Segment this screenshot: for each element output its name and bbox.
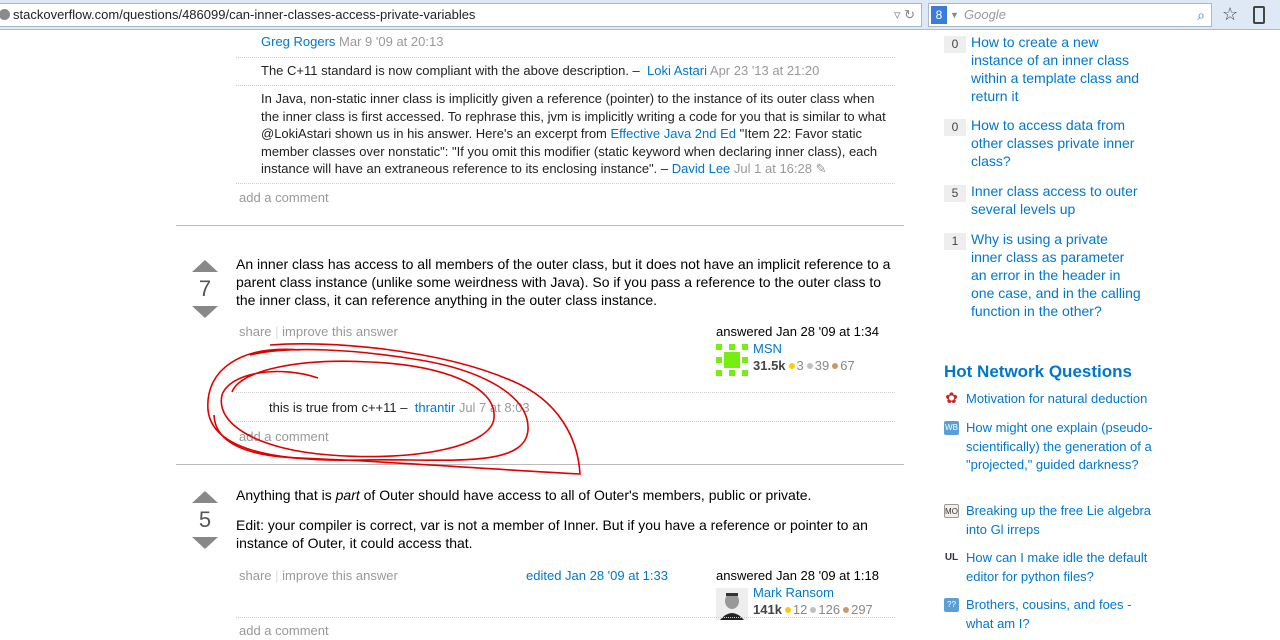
divider: [176, 225, 904, 226]
url-text: stackoverflow.com/questions/486099/can-i…: [13, 7, 476, 22]
add-comment-link[interactable]: add a comment: [239, 623, 329, 638]
edited-link[interactable]: edited Jan 28 '09 at 1:33: [526, 568, 668, 583]
address-bar[interactable]: stackoverflow.com/questions/486099/can-i…: [0, 3, 922, 27]
globe-icon: [0, 9, 10, 20]
puzzling-icon: ??: [944, 598, 959, 612]
silver-count: 126: [818, 602, 841, 617]
bronze-count: 297: [851, 602, 873, 617]
gold-badge-icon: [788, 363, 795, 369]
answer-count: 0: [944, 36, 966, 53]
bronze-badge-icon: [832, 363, 839, 369]
answer-body: Anything that is part of Outer should ha…: [236, 487, 812, 503]
hot-question-link[interactable]: How can I make idle the default editor f…: [966, 549, 1156, 586]
hot-question-link[interactable]: Breaking up the free Lie algebra into Gl…: [966, 502, 1156, 539]
reputation-score: 31.5k: [753, 358, 786, 373]
answered-date: answered Jan 28 '09 at 1:34: [716, 324, 879, 339]
dropdown-icon[interactable]: ▼: [950, 4, 959, 26]
hot-question-link[interactable]: Brothers, cousins, and foes - what am I?: [966, 596, 1156, 633]
comment-date: Apr 23 '13 at 21:20: [709, 63, 820, 78]
comment-date: Jul 1 at 16:28: [733, 161, 812, 176]
comment-author[interactable]: thrantir: [415, 400, 455, 415]
comment: this is true from c++11 – thrantir Jul 7…: [236, 392, 895, 417]
comment-author[interactable]: Greg Rogers: [261, 34, 335, 49]
gold-count: 12: [792, 602, 808, 617]
comment-author[interactable]: Loki Astari: [647, 63, 707, 78]
share-link[interactable]: share: [239, 568, 272, 583]
worldbuilding-icon: WB: [944, 421, 959, 435]
silver-count: 39: [814, 358, 830, 373]
hot-network-title: Hot Network Questions: [944, 362, 1132, 381]
answer-count: 5: [944, 185, 966, 202]
divider: [236, 617, 895, 618]
post-menu: share | improve this answer: [239, 324, 398, 339]
divider: [236, 421, 895, 422]
comment-link[interactable]: Effective Java 2nd Ed: [611, 126, 737, 141]
silver-badge-icon: [806, 363, 813, 369]
reputation-score: 141k: [753, 602, 782, 617]
share-link[interactable]: share: [239, 324, 272, 339]
answer-body: An inner class has access to all members…: [236, 256, 891, 308]
edit-pencil-icon: ✎: [815, 161, 827, 176]
user-name[interactable]: MSN: [753, 341, 782, 356]
math-icon: ✿: [945, 390, 958, 407]
comment: In Java, non-static inner class is impli…: [236, 85, 895, 183]
divider: [236, 183, 895, 184]
silver-badge-icon: [810, 607, 817, 613]
bronze-badge-icon: [843, 607, 850, 613]
answer-count: 0: [944, 119, 966, 136]
comment: The C+11 standard is now compliant with …: [236, 57, 895, 80]
comment: Greg Rogers Mar 9 '09 at 20:13: [236, 33, 895, 51]
gold-count: 3: [796, 358, 804, 373]
user-name[interactable]: Mark Ransom: [753, 585, 834, 600]
related-link[interactable]: Why is using a private inner class as pa…: [971, 230, 1141, 320]
post-menu: share | improve this answer: [239, 568, 398, 583]
comment-date: Jul 7 at 8:03: [458, 400, 530, 415]
comment-text: this is true from c++11 –: [269, 400, 408, 415]
menu-icon[interactable]: [1253, 6, 1265, 24]
search-box[interactable]: 8 ▼ Google ⌕: [928, 3, 1212, 27]
related-link[interactable]: How to access data from other classes pr…: [971, 116, 1141, 170]
add-comment-link[interactable]: add a comment: [239, 429, 329, 444]
search-placeholder: Google: [964, 7, 1006, 22]
add-comment-link[interactable]: add a comment: [239, 190, 329, 205]
bookmark-star-icon[interactable]: ☆: [1222, 4, 1238, 25]
avatar[interactable]: [716, 344, 748, 376]
mathoverflow-icon: MO: [944, 504, 959, 518]
user-signature: answered Jan 28 '09 at 1:34 MSN 31.5k 3 39…: [716, 324, 879, 376]
reload-icon[interactable]: ▿ ↻: [894, 4, 915, 26]
upvote-arrow-icon[interactable]: [192, 491, 218, 503]
answer-body-edit: Edit: your compiler is correct, var is n…: [236, 517, 868, 551]
improve-link[interactable]: improve this answer: [282, 324, 398, 339]
comment-author[interactable]: David Lee: [672, 161, 731, 176]
search-icon[interactable]: ⌕: [1197, 4, 1205, 26]
downvote-arrow-icon[interactable]: [192, 306, 218, 318]
answer-count: 1: [944, 233, 966, 250]
hot-question-link[interactable]: How might one explain (pseudo-scientific…: [966, 419, 1156, 475]
related-link[interactable]: How to create a new instance of an inner…: [971, 33, 1141, 105]
vote-cell: 7: [190, 260, 220, 318]
google-icon[interactable]: 8: [931, 6, 947, 24]
downvote-arrow-icon[interactable]: [192, 537, 218, 549]
vote-count: 7: [198, 276, 212, 301]
vote-cell: 5: [190, 491, 220, 549]
related-link[interactable]: Inner class access to outer several leve…: [971, 182, 1141, 218]
user-reputation: 31.5k 3 39 67: [753, 358, 855, 373]
hot-question-link[interactable]: Motivation for natural deduction: [966, 390, 1156, 409]
comment-date: Mar 9 '09 at 20:13: [339, 34, 444, 49]
upvote-arrow-icon[interactable]: [192, 260, 218, 272]
unix-linux-icon: UL: [944, 552, 959, 563]
browser-toolbar: stackoverflow.com/questions/486099/can-i…: [0, 0, 1280, 30]
comment-text: The C+11 standard is now compliant with …: [261, 63, 640, 78]
improve-link[interactable]: improve this answer: [282, 568, 398, 583]
answered-date: answered Jan 28 '09 at 1:18: [716, 568, 879, 583]
gold-badge-icon: [784, 607, 791, 613]
bronze-count: 67: [840, 358, 855, 373]
user-signature: answered Jan 28 '09 at 1:18 Mark Ransom …: [716, 568, 879, 620]
vote-count: 5: [198, 507, 212, 532]
divider: [176, 464, 904, 465]
user-reputation: 141k 12 126 297: [753, 602, 873, 617]
avatar[interactable]: [716, 588, 748, 620]
